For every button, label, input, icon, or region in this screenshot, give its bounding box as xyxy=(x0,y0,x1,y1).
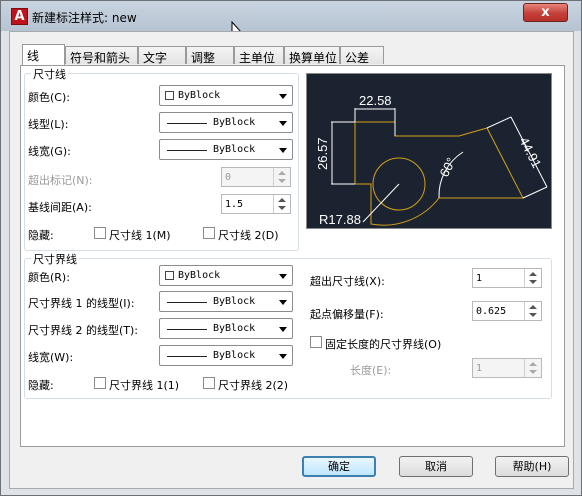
suppress-dim-line-1-checkbox[interactable] xyxy=(94,227,106,239)
dim-lineweight-value: ByBlock xyxy=(213,144,256,155)
dialog-client-area: 线 符号和箭头 文字 调整 主单位 换算单位 公差 尺寸线 颜色(C): ByB… xyxy=(9,31,574,489)
dim-linetype-value: ByBlock xyxy=(213,117,256,128)
tab-tolerances[interactable]: 公差 xyxy=(340,46,384,65)
ext-lineweight-label: 线宽(W): xyxy=(28,351,74,364)
fixed-length-input: 1 xyxy=(472,358,542,378)
line-sample-icon xyxy=(167,356,207,357)
extend-ticks-input: 0 xyxy=(221,167,291,187)
tab-panel-lines: 尺寸线 颜色(C): ByBlock 线型(L): ByBlock 线宽(G):… xyxy=(20,65,565,447)
tab-primary-units[interactable]: 主单位 xyxy=(234,46,284,65)
dim-lineweight-select[interactable]: ByBlock xyxy=(159,139,293,160)
line-sample-icon xyxy=(167,123,207,124)
tab-lines[interactable]: 线 xyxy=(22,44,65,65)
ext-color-select[interactable]: ByBlock xyxy=(159,265,293,286)
preview-dim-angle: 60° xyxy=(436,155,458,179)
ext-linetype2-select[interactable]: ByBlock xyxy=(159,318,293,339)
chevron-down-icon xyxy=(279,327,287,332)
preview-dim-horizontal: 22.58 xyxy=(359,93,392,108)
baseline-spacing-value: 1.5 xyxy=(225,199,244,210)
ext-linetype1-select[interactable]: ByBlock xyxy=(159,291,293,312)
dialog-window: A 新建标注样式: new x 线 符号和箭头 文字 调整 主单位 换算单位 公… xyxy=(0,0,582,496)
preview-drawing: 22.58 26.57 44.91 60° R17.88 xyxy=(315,93,548,227)
tab-symbols-arrows[interactable]: 符号和箭头 xyxy=(65,46,138,65)
fixed-length-label[interactable]: 固定长度的尺寸界线(O) xyxy=(325,336,441,352)
ext-linetype2-value: ByBlock xyxy=(213,323,256,334)
color-swatch-icon xyxy=(165,271,174,280)
ext-linetype1-value: ByBlock xyxy=(213,296,256,307)
help-button[interactable]: 帮助(H) xyxy=(495,456,569,477)
title-bar[interactable]: A 新建标注样式: new x xyxy=(1,1,581,31)
dimension-preview: 22.58 26.57 44.91 60° R17.88 xyxy=(306,73,552,229)
chevron-down-icon xyxy=(279,94,287,99)
color-swatch-icon xyxy=(165,91,174,100)
offset-origin-input[interactable]: 0.625 xyxy=(472,301,542,321)
extend-beyond-input[interactable]: 1 xyxy=(472,268,542,288)
group-dimension-lines-title: 尺寸线 xyxy=(31,66,68,82)
ext-color-label: 颜色(R): xyxy=(28,271,70,284)
tab-fit[interactable]: 调整 xyxy=(186,46,234,65)
autocad-app-icon: A xyxy=(11,8,28,25)
dim-suppress-label: 隐藏: xyxy=(28,229,54,242)
extend-ticks-value: 0 xyxy=(225,172,232,183)
spinner-buttons xyxy=(273,168,290,186)
fixed-length-value-label: 长度(E): xyxy=(350,364,392,377)
preview-dim-radius: R17.88 xyxy=(319,212,361,227)
spinner-buttons[interactable] xyxy=(524,269,541,287)
extend-ticks-label: 超出标记(N): xyxy=(28,174,93,187)
suppress-ext-line-1-checkbox[interactable] xyxy=(94,377,106,389)
dim-color-value: ByBlock xyxy=(178,90,221,101)
chevron-down-icon xyxy=(279,121,287,126)
suppress-dim-line-2-label[interactable]: 尺寸线 2(D) xyxy=(218,227,279,243)
ok-button[interactable]: 确定 xyxy=(302,456,376,477)
spinner-buttons[interactable] xyxy=(273,195,290,213)
baseline-spacing-input[interactable]: 1.5 xyxy=(221,194,291,214)
offset-origin-value: 0.625 xyxy=(476,306,507,317)
window-title: 新建标注样式: new xyxy=(32,11,137,25)
dim-color-select[interactable]: ByBlock xyxy=(159,85,293,106)
baseline-spacing-label: 基线间距(A): xyxy=(28,201,92,214)
spinner-buttons[interactable] xyxy=(524,302,541,320)
chevron-down-icon xyxy=(279,354,287,359)
suppress-ext-line-1-label[interactable]: 尺寸界线 1(1) xyxy=(109,377,179,393)
dim-linetype-label: 线型(L): xyxy=(28,118,69,131)
tab-alternate-units[interactable]: 换算单位 xyxy=(284,46,340,65)
suppress-dim-line-1-label[interactable]: 尺寸线 1(M) xyxy=(109,227,171,243)
suppress-dim-line-2-checkbox[interactable] xyxy=(203,227,215,239)
ext-linetype1-label: 尺寸界线 1 的线型(I): xyxy=(28,297,135,310)
ext-lineweight-select[interactable]: ByBlock xyxy=(159,345,293,366)
fixed-length-checkbox[interactable] xyxy=(310,336,322,348)
ext-lineweight-value: ByBlock xyxy=(213,350,256,361)
fixed-length-value: 1 xyxy=(476,363,483,374)
tab-text[interactable]: 文字 xyxy=(138,46,186,65)
cancel-button[interactable]: 取消 xyxy=(399,456,473,477)
dim-color-label: 颜色(C): xyxy=(28,91,70,104)
preview-dim-aligned: 44.91 xyxy=(516,135,544,171)
line-sample-icon xyxy=(167,329,207,330)
chevron-down-icon xyxy=(279,300,287,305)
line-sample-icon xyxy=(167,302,207,303)
close-button[interactable]: x xyxy=(523,3,568,22)
preview-dim-radius-leader xyxy=(362,183,400,223)
suppress-ext-line-2-label[interactable]: 尺寸界线 2(2) xyxy=(218,377,288,393)
offset-origin-label: 起点偏移量(F): xyxy=(310,308,384,321)
line-sample-icon xyxy=(167,150,207,151)
chevron-down-icon xyxy=(279,274,287,279)
extend-beyond-label: 超出尺寸线(X): xyxy=(310,275,385,288)
ext-color-value: ByBlock xyxy=(178,270,221,281)
suppress-ext-line-2-checkbox[interactable] xyxy=(203,377,215,389)
preview-dim-vertical: 26.57 xyxy=(315,137,330,170)
group-extension-lines-title: 尺寸界线 xyxy=(31,251,79,267)
dim-lineweight-label: 线宽(G): xyxy=(28,145,71,158)
spinner-buttons xyxy=(524,359,541,377)
ext-linetype2-label: 尺寸界线 2 的线型(T): xyxy=(28,324,138,337)
chevron-down-icon xyxy=(279,148,287,153)
extend-beyond-value: 1 xyxy=(476,273,483,284)
dim-linetype-select[interactable]: ByBlock xyxy=(159,112,293,133)
ext-suppress-label: 隐藏: xyxy=(28,379,54,392)
